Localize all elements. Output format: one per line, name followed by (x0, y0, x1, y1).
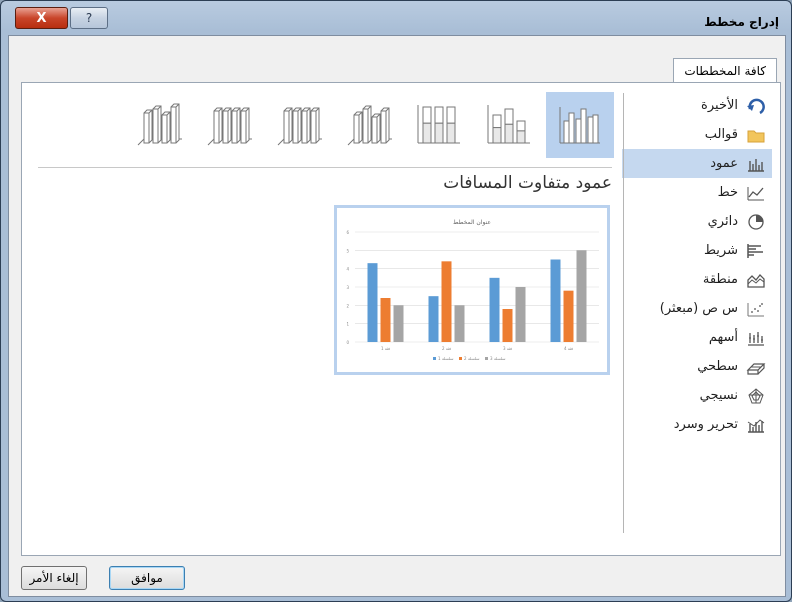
preview-bar (515, 287, 526, 342)
scatter-chart-icon (746, 300, 766, 318)
tab-all-charts[interactable]: كافة المخططات (673, 58, 777, 82)
category-item[interactable]: س ص (مبعثر) (622, 294, 772, 323)
category-item[interactable]: أسهم (622, 323, 772, 352)
preview-bar (380, 298, 391, 342)
preview-bar (367, 263, 378, 342)
combo-chart-icon (746, 416, 766, 434)
recent-arrow-icon (746, 97, 766, 115)
category-list: الأخيرة قوالب عمود خط دائري شريط منطقة س ص (مبع… (622, 91, 772, 439)
preview-bar (393, 305, 404, 342)
subtype-gallery (126, 92, 614, 158)
legend-swatch (433, 357, 436, 360)
surface-chart-icon (746, 358, 766, 376)
selected-chart-name: عمود متفاوت المسافات (443, 173, 612, 193)
y-tick-label: 5 (346, 248, 349, 253)
bar-chart-icon (746, 242, 766, 260)
legend-swatch (485, 357, 488, 360)
chart-preview[interactable]: عنوان المخطط 0 1 2 3 4 5 6 فئة 1 فئة 2 فئة 3 فئة 4 س… (334, 205, 610, 375)
legend-label: سلسلة 2 (464, 356, 480, 361)
help-icon: ? (85, 11, 93, 25)
y-tick-label: 4 (346, 267, 349, 272)
area-chart-icon (746, 271, 766, 289)
chart-subtype-clustered-column[interactable] (546, 92, 614, 158)
category-item[interactable]: خط (622, 178, 772, 207)
category-item[interactable]: منطقة (622, 265, 772, 294)
x-tick-label: فئة 3 (503, 346, 512, 351)
y-tick-label: 1 (346, 322, 349, 327)
radar-chart-icon (746, 387, 766, 405)
category-label: نسيجي (699, 388, 738, 403)
folder-icon (746, 126, 766, 144)
category-label: عمود (710, 156, 738, 171)
category-label: سطحي (697, 359, 738, 374)
y-tick-label: 3 (346, 285, 349, 290)
chart-panel: الأخيرة قوالب عمود خط دائري شريط منطقة س ص (مبع… (21, 82, 781, 556)
dialog-body: كافة المخططات الأخيرة قوالب عمود خط دائري شري… (8, 35, 786, 597)
chart-subtype-3d-100-stacked-column[interactable] (196, 92, 264, 158)
chart-subtype-3d-stacked-column[interactable] (266, 92, 334, 158)
category-label: تحرير وسرد (673, 417, 738, 432)
preview-bar (563, 290, 574, 342)
preview-bar (502, 309, 513, 342)
chart-subtype-stacked-column[interactable] (476, 92, 544, 158)
preview-chart: عنوان المخطط 0 1 2 3 4 5 6 فئة 1 فئة 2 فئة 3 فئة 4 س… (346, 219, 599, 361)
category-label: دائري (707, 214, 738, 229)
chart-subtype-3d-clustered-column[interactable] (336, 92, 404, 158)
category-label: أسهم (708, 330, 738, 345)
preview-bar (428, 296, 439, 342)
cancel-button[interactable]: إلغاء الأمر (21, 566, 87, 590)
clustered-column-icon (559, 107, 600, 144)
category-item[interactable]: شريط (622, 236, 772, 265)
column-chart-icon (746, 155, 766, 173)
pie-chart-icon (746, 213, 766, 231)
3d-clustered-column-icon (347, 105, 392, 146)
y-tick-label: 2 (346, 303, 349, 308)
stacked-column-icon (487, 105, 530, 144)
3d-stacked-column-icon (277, 107, 322, 146)
category-label: منطقة (702, 272, 738, 287)
insert-chart-dialog: X ? إدراج مخطط كافة المخططات الأخيرة قوال… (0, 0, 792, 602)
close-icon: X (36, 10, 47, 26)
x-tick-label: فئة 2 (442, 346, 451, 351)
preview-bar (441, 261, 452, 342)
category-item[interactable]: دائري (622, 207, 772, 236)
chart-subtype-3d-column[interactable] (126, 92, 194, 158)
y-tick-label: 6 (346, 230, 349, 235)
category-label: خط (717, 185, 738, 200)
line-chart-icon (746, 184, 766, 202)
x-tick-label: فئة 4 (564, 346, 573, 351)
title-bar: X ? إدراج مخطط (1, 1, 792, 35)
3d-column-icon (137, 103, 182, 146)
stock-chart-icon (746, 329, 766, 347)
category-item[interactable]: قوالب (622, 120, 772, 149)
category-item[interactable]: سطحي (622, 352, 772, 381)
preview-bar (489, 277, 500, 342)
legend-swatch (459, 357, 462, 360)
3d-100-stacked-column-icon (207, 107, 252, 146)
category-item[interactable]: عمود (622, 149, 772, 178)
preview-chart-title: عنوان المخطط (453, 219, 491, 226)
vertical-divider (623, 93, 624, 533)
category-label: س ص (مبعثر) (659, 301, 738, 316)
preview-bar (576, 250, 587, 342)
dialog-title: إدراج مخطط (704, 15, 779, 29)
legend-label: سلسلة 3 (490, 356, 506, 361)
x-tick-label: فئة 1 (381, 346, 390, 351)
category-label: الأخيرة (701, 98, 738, 113)
category-item[interactable]: الأخيرة (622, 91, 772, 120)
preview-bar (550, 259, 561, 342)
preview-bar (454, 305, 465, 342)
close-button[interactable]: X (15, 7, 68, 29)
horizontal-divider (38, 167, 612, 168)
legend-label: سلسلة 1 (438, 356, 454, 361)
help-button[interactable]: ? (70, 7, 108, 29)
category-label: شريط (703, 243, 738, 258)
ok-button[interactable]: موافق (109, 566, 185, 590)
category-label: قوالب (704, 127, 738, 142)
category-item[interactable]: نسيجي (622, 381, 772, 410)
category-item[interactable]: تحرير وسرد (622, 410, 772, 439)
chart-subtype-100-stacked-column[interactable] (406, 92, 474, 158)
y-tick-label: 0 (346, 340, 349, 345)
100-stacked-column-icon (417, 105, 460, 144)
